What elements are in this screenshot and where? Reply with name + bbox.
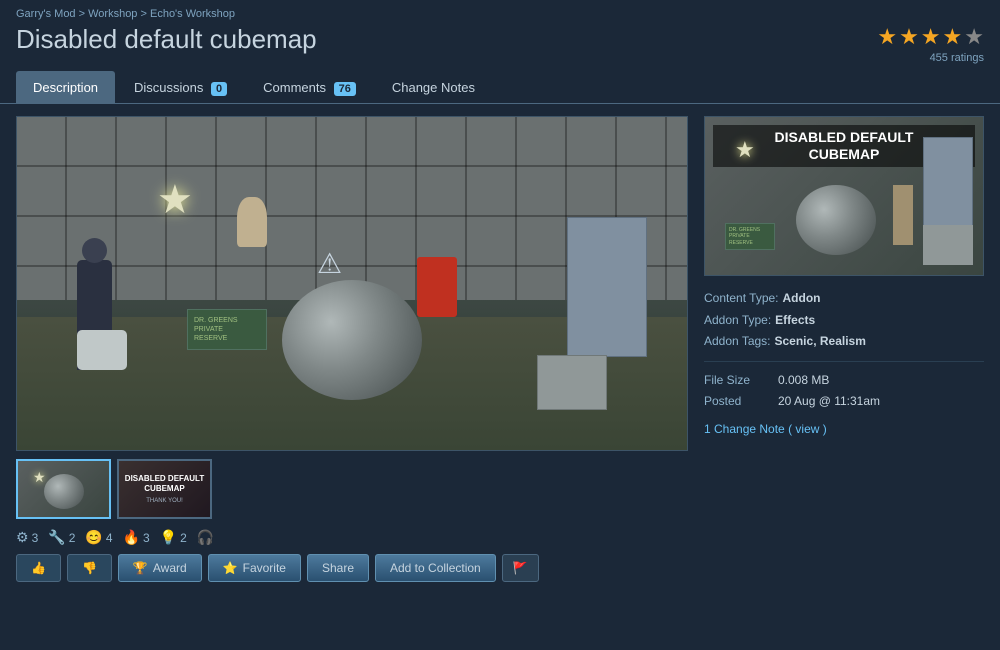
reactions-row: ⚙ 3 🔧 2 😊 4 🔥 3 💡 2 🎧: [16, 529, 688, 546]
page-title: Disabled default cubemap: [16, 24, 317, 55]
warning-sign: ⚠: [317, 247, 342, 280]
tab-discussions[interactable]: Discussions 0: [117, 71, 244, 104]
breadcrumb-echo-workshop[interactable]: Echo's Workshop: [150, 8, 235, 20]
ratings-count: 455 ratings: [877, 52, 984, 64]
tabs-bar: Description Discussions 0 Comments 76 Ch…: [0, 70, 1000, 104]
posted-value: 20 Aug @ 11:31am: [778, 391, 880, 413]
addon-type-label: Addon Type:: [704, 310, 771, 332]
reaction-5-count: 2: [180, 531, 187, 545]
sink: [77, 330, 127, 370]
change-note-link[interactable]: 1 Change Note ( view ): [704, 422, 827, 436]
star-icon: ⭐: [223, 561, 238, 575]
reaction-6: 🎧: [197, 529, 214, 546]
rating-area: ★ ★ ★ ★ ★ 455 ratings: [877, 24, 984, 64]
award-icon: 🏆: [133, 561, 148, 575]
star-rating: ★ ★ ★ ★ ★: [877, 24, 984, 50]
breadcrumb-garrys-mod[interactable]: Garry's Mod: [16, 8, 76, 20]
computer: [537, 355, 607, 410]
star-2: ★: [899, 24, 919, 50]
tab-description[interactable]: Description: [16, 71, 115, 104]
star-5: ★: [964, 24, 984, 50]
addon-tags-row: Addon Tags: Scenic, Realism: [704, 331, 984, 353]
reaction-3: 😊 4: [85, 529, 112, 546]
fire-icon: 🔥: [123, 529, 140, 546]
star-4: ★: [943, 24, 963, 50]
file-size-row: File Size 0.008 MB: [704, 370, 984, 392]
metadata-section: Content Type: Addon Addon Type: Effects …: [704, 288, 984, 441]
star-lamp-icon: ★: [157, 177, 193, 223]
preview-star-icon: ★: [735, 137, 755, 163]
breadcrumb-workshop[interactable]: Workshop: [88, 8, 137, 20]
page-header: Garry's Mod > Workshop > Echo's Workshop…: [0, 0, 1000, 70]
reaction-2: 🔧 2: [48, 529, 75, 546]
preview-lamp: [893, 185, 913, 245]
star-1: ★: [877, 24, 897, 50]
smile-icon: 😊: [85, 529, 102, 546]
addon-tags-value: Scenic, Realism: [775, 331, 866, 353]
file-size-value: 0.008 MB: [778, 370, 829, 392]
tool-icon: 🔧: [48, 529, 65, 546]
reaction-2-count: 2: [69, 531, 76, 545]
wrench-icon: ⚙: [16, 529, 29, 546]
tab-change-notes[interactable]: Change Notes: [375, 71, 492, 104]
addon-preview-image[interactable]: DISABLED DEFAULT CUBEMAP ★ DR. GREENSPRI…: [704, 116, 984, 276]
star-3: ★: [921, 24, 941, 50]
addon-type-value: Effects: [775, 310, 815, 332]
thumbs-up-button[interactable]: 👍: [16, 554, 61, 582]
right-column: DISABLED DEFAULT CUBEMAP ★ DR. GREENSPRI…: [704, 116, 984, 582]
preview-crate: DR. GREENSPRIVATERESERVE: [725, 223, 775, 251]
posted-row: Posted 20 Aug @ 11:31am: [704, 391, 984, 413]
red-container: [417, 257, 457, 317]
reaction-3-count: 4: [106, 531, 113, 545]
addon-tags-label: Addon Tags:: [704, 331, 771, 353]
posted-label: Posted: [704, 391, 774, 413]
thumbnail-2[interactable]: DISABLED DEFAULTCUBEMAP THANK YOU!: [117, 459, 212, 519]
preview-computer: [923, 225, 973, 265]
big-ball: [282, 280, 422, 400]
thumbnail-1[interactable]: ★: [16, 459, 111, 519]
thumbnails: ★ DISABLED DEFAULTCUBEMAP THANK YOU!: [16, 459, 688, 519]
thumbs-down-button[interactable]: 👎: [67, 554, 112, 582]
change-note-view: ( view ): [788, 422, 827, 436]
meta-divider: [704, 361, 984, 362]
reaction-1-count: 3: [32, 531, 39, 545]
action-buttons: 👍 👎 🏆 Award ⭐ Favorite Share Add to Coll…: [16, 554, 688, 582]
content-type-label: Content Type:: [704, 288, 779, 310]
left-column: ★ ⚠ DR. GREENSPRIVATERESERVE ★: [16, 116, 688, 582]
reaction-4: 🔥 3: [123, 529, 150, 546]
flag-button[interactable]: 🚩: [502, 554, 539, 582]
tab-comments[interactable]: Comments 76: [246, 71, 373, 104]
reaction-4-count: 3: [143, 531, 150, 545]
content-area: ★ ⚠ DR. GREENSPRIVATERESERVE ★: [0, 104, 1000, 594]
bust-statue: [237, 197, 267, 247]
addon-type-row: Addon Type: Effects: [704, 310, 984, 332]
discussions-badge: 0: [211, 82, 227, 96]
preview-ball: [796, 185, 876, 255]
preview-cabinet: [923, 137, 973, 227]
content-type-row: Content Type: Addon: [704, 288, 984, 310]
breadcrumb: Garry's Mod > Workshop > Echo's Workshop: [0, 0, 1000, 24]
favorite-button[interactable]: ⭐ Favorite: [208, 554, 301, 582]
change-note-row: 1 Change Note ( view ): [704, 419, 984, 441]
award-button[interactable]: 🏆 Award: [118, 554, 202, 582]
reaction-1: ⚙ 3: [16, 529, 38, 546]
comments-badge: 76: [334, 82, 356, 96]
cabinet: [567, 217, 647, 357]
content-type-value: Addon: [783, 288, 821, 310]
crate-label: DR. GREENSPRIVATERESERVE: [187, 309, 267, 350]
reaction-5: 💡 2: [160, 529, 187, 546]
share-button[interactable]: Share: [307, 554, 369, 582]
add-to-collection-button[interactable]: Add to Collection: [375, 554, 496, 582]
headphones-icon: 🎧: [197, 529, 214, 546]
change-note-text: 1 Change Note: [704, 422, 785, 436]
file-size-label: File Size: [704, 370, 774, 392]
bulb-icon: 💡: [160, 529, 177, 546]
main-image[interactable]: ★ ⚠ DR. GREENSPRIVATERESERVE: [16, 116, 688, 451]
scene: ★ ⚠ DR. GREENSPRIVATERESERVE: [17, 117, 687, 450]
